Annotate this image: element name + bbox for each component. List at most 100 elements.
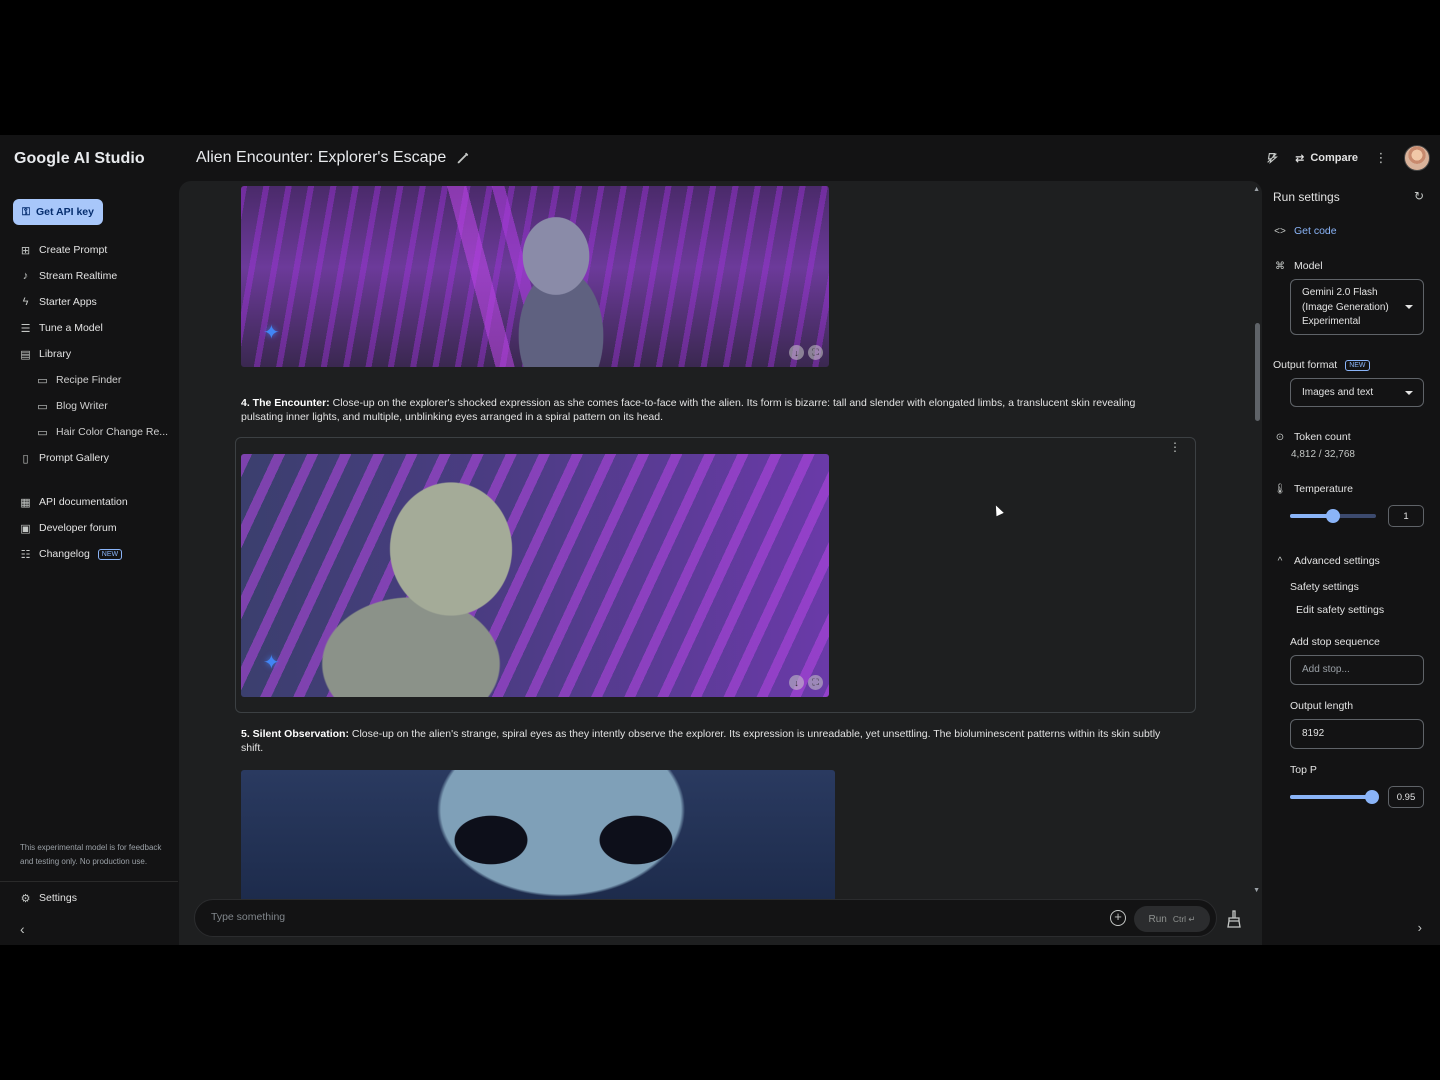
get-code-link[interactable]: <> Get code (1274, 225, 1336, 237)
top-p-label: Top P (1290, 764, 1317, 776)
sidebar-item-prompt-gallery[interactable]: ▯ Prompt Gallery (0, 445, 178, 471)
top-p-input[interactable]: 0.95 (1388, 786, 1424, 808)
sidebar-item-create-prompt[interactable]: ⊞ Create Prompt (0, 237, 178, 263)
brand-logo[interactable]: Google AI Studio (14, 150, 145, 168)
create-prompt-icon: ⊞ (20, 244, 31, 257)
header-actions: ⇄ Compare ⋮ (1263, 144, 1430, 172)
sidebar-item-stream-realtime[interactable]: ♪ Stream Realtime (0, 263, 178, 289)
sidebar-item-blog-writer[interactable]: ▭ Blog Writer (0, 393, 178, 419)
image-actions: ↓ ⛶ (789, 345, 823, 360)
generated-image-5[interactable] (241, 770, 835, 910)
scroll-down-icon[interactable]: ▼ (1253, 887, 1260, 894)
collapse-sidebar-icon[interactable]: ‹ (20, 921, 25, 937)
safety-settings-label: Safety settings (1290, 581, 1359, 593)
sidebar-item-library[interactable]: ▤ Library (0, 341, 178, 367)
sidebar-item-label: Prompt Gallery (39, 452, 110, 464)
token-count-label: Token count (1294, 431, 1351, 443)
settings-label: Settings (39, 892, 77, 904)
run-settings-panel: Run settings ↻ <> Get code ⌘ Model Gemin… (1262, 181, 1440, 945)
temperature-slider-knob[interactable] (1326, 509, 1340, 523)
scrollbar-thumb[interactable] (1255, 323, 1260, 421)
avatar[interactable] (1404, 145, 1430, 171)
sidebar-divider (0, 881, 178, 882)
sidebar-item-starter-apps[interactable]: ϟ Starter Apps (0, 289, 178, 315)
edit-safety-settings-link[interactable]: Edit safety settings (1296, 604, 1384, 616)
prompt-title: Alien Encounter: Explorer's Escape (196, 149, 470, 167)
compare-button[interactable]: ⇄ Compare (1295, 152, 1358, 165)
top-p-slider-knob[interactable] (1364, 790, 1379, 804)
output-format-value: Images and text (1302, 387, 1374, 398)
get-api-key-button[interactable]: ⚿ Get API key (13, 199, 103, 225)
bolt-off-icon[interactable] (1263, 149, 1281, 167)
model-label: Model (1294, 260, 1323, 272)
generated-image-4[interactable]: ✦ ↓ ⛶ (241, 454, 829, 697)
bolt-icon: ϟ (22, 296, 29, 308)
output-length-label: Output length (1290, 700, 1354, 712)
download-icon[interactable]: ↓ (789, 675, 804, 690)
changelog-icon: ☷ (20, 548, 31, 561)
sidebar-item-label: Recipe Finder (56, 374, 122, 386)
chat-panel: ✦ ↓ ⛶ 4. The Encounter: Close-up on the … (179, 181, 1262, 945)
prompt-composer[interactable]: Type something + Run Ctrl ↵ (194, 899, 1217, 937)
compare-icon: ⇄ (1295, 152, 1305, 165)
stop-sequence-input[interactable]: Add stop... (1290, 655, 1424, 685)
temperature-label: Temperature (1294, 483, 1353, 495)
clear-chat-icon[interactable] (1226, 910, 1244, 928)
new-badge: NEW (97, 548, 123, 560)
more-vert-icon[interactable]: ⋮ (1372, 149, 1390, 167)
edit-title-icon[interactable] (456, 151, 470, 165)
output-format-label: Output format (1273, 359, 1338, 371)
reset-icon[interactable]: ↻ (1414, 189, 1424, 203)
sidebar-item-recipe-finder[interactable]: ▭ Recipe Finder (0, 367, 178, 393)
sidebar-item-changelog[interactable]: ☷ Changelog NEW (0, 541, 178, 567)
sidebar-item-label: API documentation (39, 496, 128, 508)
scroll-up-icon[interactable]: ▲ (1253, 186, 1260, 193)
advanced-settings-toggle[interactable]: ^ Advanced settings (1274, 555, 1380, 567)
chevron-up-icon: ^ (1277, 555, 1283, 567)
get-api-key-label: Get API key (36, 206, 94, 218)
temperature-input[interactable]: 1 (1388, 505, 1424, 527)
output-length-value: 8192 (1302, 728, 1325, 739)
stop-sequence-label: Add stop sequence (1290, 636, 1380, 648)
collapse-panel-icon[interactable]: › (1418, 920, 1422, 935)
sidebar-item-developer-forum[interactable]: ▣ Developer forum (0, 515, 178, 541)
sidebar-item-api-docs[interactable]: ▦ API documentation (0, 489, 178, 515)
gear-icon: ⚙ (20, 892, 31, 905)
sidebar-item-label: Library (39, 348, 72, 360)
scene-heading-5: 5. Silent Observation: (241, 728, 349, 740)
top-p-slider[interactable] (1290, 790, 1379, 804)
image-actions: ↓ ⛶ (789, 675, 823, 690)
sidebar-item-label: Starter Apps (39, 296, 97, 308)
temperature-slider[interactable] (1290, 509, 1376, 523)
sidebar-item-settings[interactable]: ⚙ Settings (20, 892, 77, 905)
add-media-icon[interactable]: + (1110, 910, 1126, 926)
sidebar-item-label: Changelog (39, 548, 90, 560)
prompt-input[interactable]: Type something (211, 911, 285, 923)
sidebar-item-label: Hair Color Change Re... (56, 426, 169, 438)
fullscreen-icon[interactable]: ⛶ (808, 345, 823, 360)
run-button[interactable]: Run Ctrl ↵ (1134, 906, 1210, 932)
output-format-label-row: Output format NEW (1273, 359, 1370, 371)
output-format-select[interactable]: Images and text (1290, 378, 1424, 407)
model-select[interactable]: Gemini 2.0 Flash (Image Generation) Expe… (1290, 279, 1424, 335)
sidebar-item-tune-model[interactable]: ☰ Tune a Model (0, 315, 178, 341)
stop-sequence-placeholder: Add stop... (1302, 664, 1350, 675)
download-icon[interactable]: ↓ (789, 345, 804, 360)
generated-image-3[interactable]: ✦ ↓ ⛶ (241, 186, 829, 367)
scene-heading-4: 4. The Encounter: (241, 397, 330, 409)
gemini-sparkle-icon: ✦ (263, 652, 280, 674)
run-label: Run (1148, 913, 1167, 925)
output-length-input[interactable]: 8192 (1290, 719, 1424, 749)
app-window: Google AI Studio Alien Encounter: Explor… (0, 135, 1440, 945)
scene-description-4: 4. The Encounter: Close-up on the explor… (241, 396, 1176, 424)
sidebar-item-hair-color[interactable]: ▭ Hair Color Change Re... (0, 419, 178, 445)
sidebar-item-label: Stream Realtime (39, 270, 118, 282)
sidebar-item-label: Blog Writer (56, 400, 108, 412)
scene-description-5: 5. Silent Observation: Close-up on the a… (241, 727, 1176, 755)
chat-scrollbar[interactable]: ▲ ▼ (1252, 181, 1262, 945)
microphone-icon: ♪ (22, 270, 29, 282)
top-p-slider-fill (1290, 795, 1372, 799)
more-vert-icon[interactable]: ⋮ (1169, 440, 1181, 454)
fullscreen-icon[interactable]: ⛶ (808, 675, 823, 690)
key-icon: ⚿ (22, 205, 30, 218)
